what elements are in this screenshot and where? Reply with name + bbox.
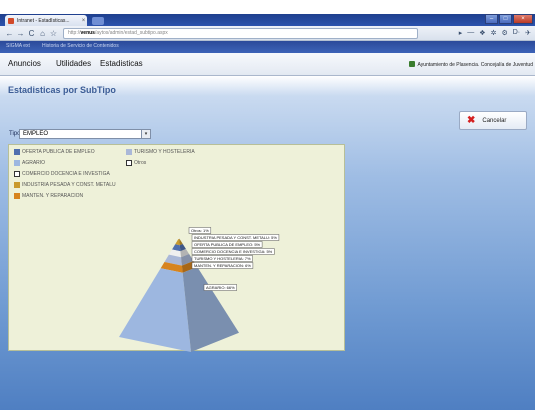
close-icon: ✖ — [467, 115, 476, 126]
new-tab-button[interactable] — [92, 17, 104, 25]
organization-name: Ayuntamiento de Plasencia. Concejalía de… — [417, 62, 533, 68]
dash-icon[interactable]: — — [467, 29, 474, 37]
browser-toolbar: ← → C ⌂ ☆ http://venus/aytos/admin/estad… — [0, 26, 535, 41]
tipo-select[interactable]: EMPLEO ▾ — [19, 129, 151, 139]
chevron-down-icon[interactable]: ▾ — [141, 130, 150, 138]
url-host: venus — [80, 29, 95, 36]
pyramid-slice-front — [175, 239, 180, 246]
data-label: COMERCIO DOCENCIA E INVESTIGA: 5% — [194, 249, 273, 254]
url-path: /aytos/admin/estad_subtipo.aspx — [94, 29, 168, 36]
data-label: AGRARIO: 66% — [206, 285, 235, 290]
browser-tabstrip: Intranet - EstadÍsticas... × – □ × — [0, 14, 535, 26]
reload-icon[interactable]: C — [26, 29, 37, 38]
home-icon[interactable]: ⌂ — [37, 29, 48, 38]
cancel-button[interactable]: ✖ Cancelar — [459, 111, 527, 130]
page-menu-icon[interactable]: D· — [513, 29, 520, 37]
window-top-area — [0, 0, 535, 14]
app-menubar: Anuncios Utilidades Estadisticas Ayuntam… — [0, 53, 535, 76]
pyramid-chart: Otros: 1% INDUSTRIA PESADA Y CONST. METAL… — [119, 227, 280, 352]
tab-title: Intranet - EstadÍsticas... — [17, 17, 70, 24]
menu-anuncios[interactable]: Anuncios — [8, 59, 41, 68]
data-label: Otros: 1% — [191, 228, 209, 233]
app-content: Estadisticas por SubTipo ✖ Cancelar Tipo… — [0, 76, 535, 410]
favicon-icon — [8, 17, 14, 24]
minimize-button[interactable]: – — [485, 14, 498, 24]
data-label: OFERTA PUBLICA DE EMPLEO: 5% — [194, 242, 261, 247]
window-controls: – □ × — [484, 14, 533, 24]
back-icon[interactable]: ← — [4, 29, 15, 38]
menu-utilidades[interactable]: Utilidades — [56, 59, 91, 68]
data-label: TURISMO Y HOSTELERIA: 7% — [194, 256, 251, 261]
play-icon[interactable]: ▸ — [459, 29, 463, 37]
bookmarks-bar: SIGMA ext Historia de Servicio de Conten… — [0, 41, 535, 53]
tipo-selected-value: EMPLEO — [23, 131, 49, 137]
menu-estadisticas[interactable]: Estadisticas — [100, 59, 143, 68]
browser-tab[interactable]: Intranet - EstadÍsticas... × — [5, 15, 87, 26]
forward-icon[interactable]: → — [15, 29, 26, 38]
organization-label: Ayuntamiento de Plasencia. Concejalía de… — [409, 61, 533, 68]
extension-icon[interactable]: ❖ — [479, 29, 485, 37]
pyramid-slice-front — [119, 268, 191, 352]
wrench-icon[interactable]: ✈ — [525, 29, 531, 37]
cancel-label: Cancelar — [482, 117, 507, 124]
maximize-button[interactable]: □ — [499, 14, 512, 24]
bookmark-item[interactable]: Historia de Servicio de Contenidos — [42, 43, 119, 49]
close-window-button[interactable]: × — [513, 14, 533, 24]
data-label: MANTEN. Y REPARACION: 6% — [194, 263, 251, 268]
chart-panel: OFERTA PUBLICA DE EMPLEO AGRARIO COMERCI… — [8, 144, 345, 352]
pyramid-slice-front — [178, 238, 180, 240]
url-prefix: http:// — [68, 29, 81, 36]
address-bar[interactable]: http://venus/aytos/admin/estad_subtipo.a… — [63, 27, 418, 39]
puzzle-icon[interactable]: ✲ — [491, 29, 497, 37]
bookmark-item[interactable]: SIGMA ext — [6, 43, 30, 49]
page-title: Estadisticas por SubTipo — [8, 85, 116, 95]
star-icon[interactable]: ☆ — [48, 29, 59, 38]
data-label: INDUSTRIA PESADA Y CONST. METALU: 5% — [194, 235, 277, 240]
user-icon — [409, 61, 416, 67]
gear-icon[interactable]: ⚙ — [501, 29, 507, 37]
toolbar-right-icons: ▸ — ❖ ✲ ⚙ D· ✈ — [454, 29, 531, 37]
tab-close-icon[interactable]: × — [80, 18, 87, 24]
pyramid-slice-side — [182, 266, 239, 352]
